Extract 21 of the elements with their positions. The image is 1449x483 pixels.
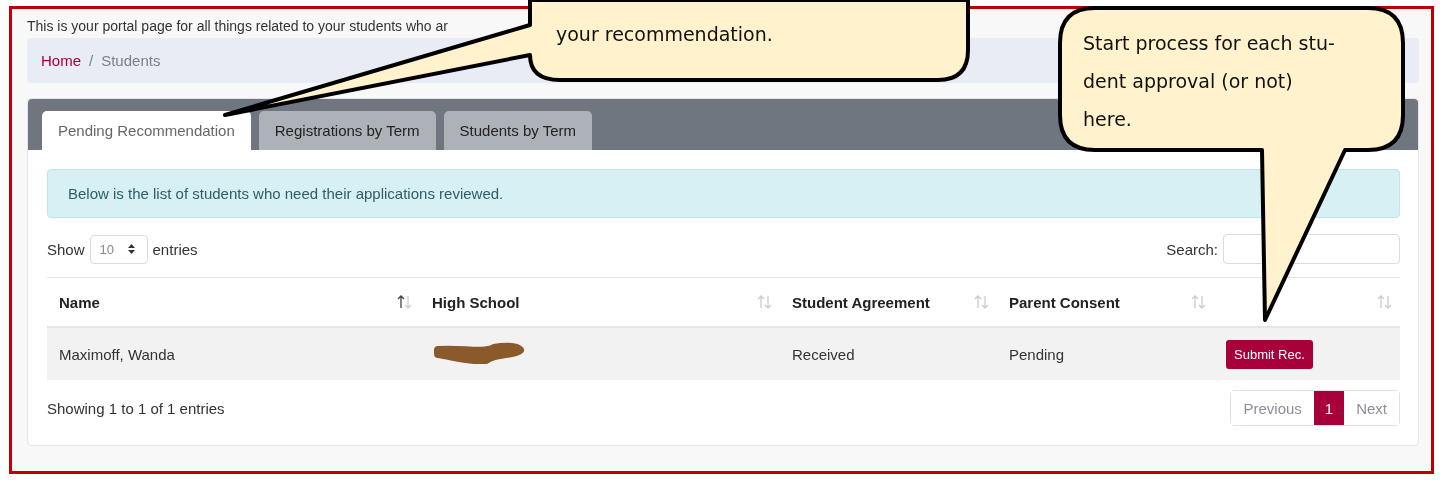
info-alert: Below is the list of students who need their applications reviewed.: [47, 169, 1400, 218]
callout-text: your recommendation.: [556, 22, 773, 47]
entries-label: entries: [152, 240, 198, 258]
callout-text: Start process for each stu- dent approval (or not) here.: [1083, 31, 1335, 132]
submit-button[interactable]: Submit Rec.: [1226, 339, 1313, 369]
breadcrumb-current: Students: [101, 52, 161, 69]
tab[interactable]: Registrations by Term: [258, 111, 436, 150]
intro-text: This is your portal page for all things related to your students who ar: [27, 17, 449, 32]
entries-select[interactable]: 10: [89, 234, 148, 264]
sort-caret-icon: [127, 244, 135, 254]
tab[interactable]: Pending Recommendation: [42, 111, 251, 150]
search-label: Search:: [1166, 240, 1218, 258]
breadcrumb-separator: /: [89, 52, 94, 69]
table-cell: Received: [792, 345, 855, 363]
table-cell: Pending: [1009, 345, 1065, 363]
page-button[interactable]: 1: [1313, 391, 1345, 425]
entries-info: Showing 1 to 1 of 1 entries: [47, 399, 225, 417]
tab[interactable]: Students by Term: [443, 111, 592, 150]
show-label: Show: [47, 240, 85, 258]
breadcrumb-link[interactable]: Home: [41, 52, 81, 69]
table-cell: Maximoff, Wanda: [59, 345, 175, 363]
